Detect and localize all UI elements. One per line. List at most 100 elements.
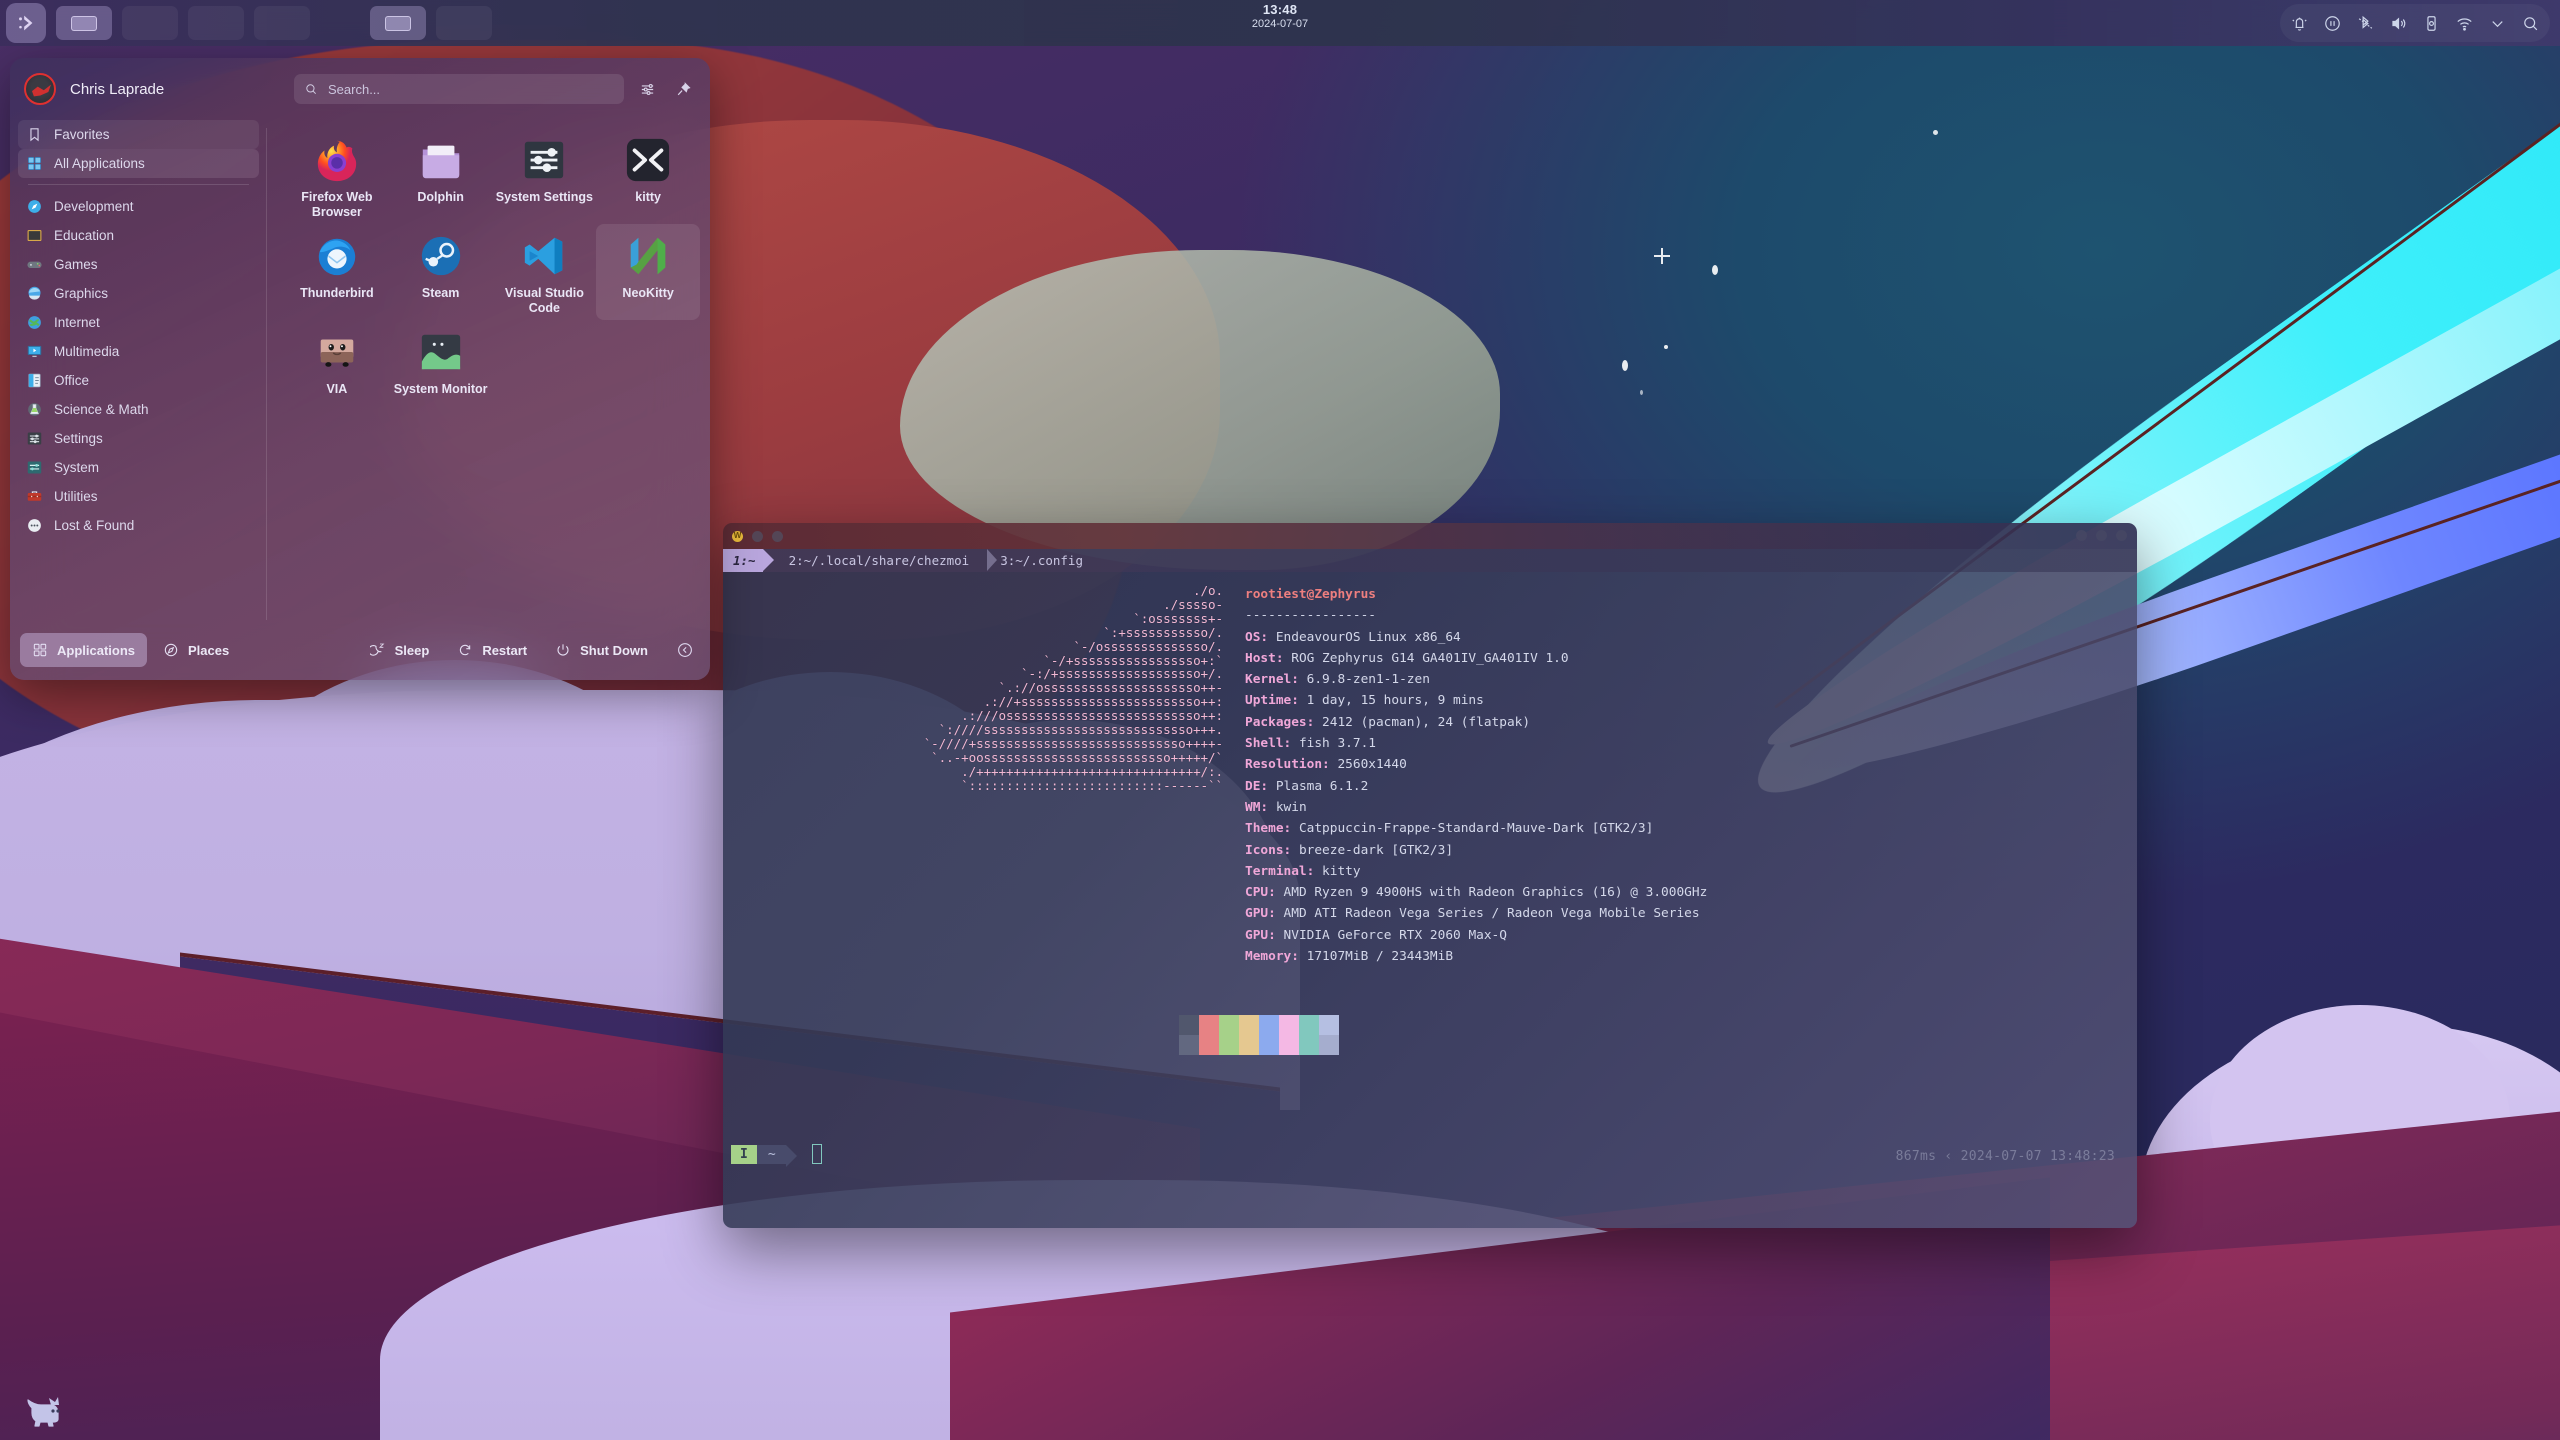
sidebar-item-utilities[interactable]: Utilities <box>18 482 259 511</box>
titlebar-dot-3[interactable] <box>772 530 783 542</box>
color-swatch <box>1199 1035 1219 1055</box>
footer-tab-label: Applications <box>57 642 136 658</box>
footer-tab-places[interactable]: Places <box>151 633 241 667</box>
task-button-6[interactable] <box>436 6 492 40</box>
sidebar-item-all-applications[interactable]: All Applications <box>18 149 259 178</box>
app-tile-neokitty[interactable]: NeoKitty <box>596 224 700 320</box>
device-notifier-icon[interactable] <box>2422 14 2441 33</box>
panel-clock[interactable]: 13:48 2024-07-07 <box>1252 2 1308 31</box>
kitty-terminal-window[interactable]: W 1:~ 2:~/.local/share/chezmoi 3:~/.conf… <box>723 523 2137 1228</box>
desktop[interactable]: 13:48 2024-07-07 Chris Laprade Search...… <box>0 0 2560 1440</box>
titlebar-dot-2[interactable] <box>752 530 763 542</box>
maximize-button[interactable] <box>2096 530 2107 541</box>
collapse-button[interactable] <box>670 635 700 665</box>
search-input[interactable]: Search... <box>294 74 624 104</box>
chevron-down-icon[interactable] <box>2488 14 2507 33</box>
sidebar-label: Favorites <box>54 127 110 142</box>
application-launcher-button[interactable] <box>6 3 46 43</box>
configure-button[interactable] <box>634 76 660 102</box>
menu-sidebar: Favorites All Applications Development E… <box>10 120 267 620</box>
task-button-3[interactable] <box>188 6 244 40</box>
terminal-titlebar[interactable]: W <box>723 523 2137 549</box>
restart-button[interactable]: Restart <box>445 633 539 667</box>
fetch-row: DE: Plasma 6.1.2 <box>1245 776 1707 797</box>
app-label: Thunderbird <box>300 286 374 300</box>
text-cursor[interactable] <box>811 1144 822 1164</box>
vscode-icon <box>525 237 563 275</box>
sidebar-item-education[interactable]: Education <box>18 221 259 250</box>
kitty-logo-dot[interactable]: W <box>732 530 743 542</box>
power-label: Sleep <box>394 642 430 658</box>
sidebar-item-graphics[interactable]: Graphics <box>18 279 259 308</box>
office-icon <box>26 372 43 389</box>
app-tile-vscode[interactable]: Visual Studio Code <box>493 224 597 320</box>
bluetooth-disabled-icon[interactable] <box>2356 14 2375 33</box>
user-avatar-icon[interactable] <box>24 73 56 105</box>
app-label: System Monitor <box>393 382 488 396</box>
application-grid: Firefox Web Browser Dolphin System Setti… <box>267 120 710 620</box>
sidebar-item-science-math[interactable]: Science & Math <box>18 395 259 424</box>
fetch-value: 1 day, 15 hours, 9 mins <box>1298 693 1484 709</box>
fetch-key: WM: <box>1245 799 1269 815</box>
task-button-2[interactable] <box>122 6 178 40</box>
color-swatch <box>1199 1015 1219 1035</box>
shutdown-button[interactable]: Shut Down <box>543 633 660 667</box>
app-tile-system-monitor[interactable]: System Monitor <box>389 320 493 416</box>
fetch-key: Host: <box>1245 650 1284 666</box>
app-label: NeoKitty <box>622 286 674 300</box>
terminal-tab-2[interactable]: 2:~/.local/share/chezmoi <box>777 549 977 572</box>
window-thumb-icon <box>385 15 411 31</box>
games-icon <box>26 256 43 273</box>
education-icon <box>26 227 43 244</box>
sidebar-item-system[interactable]: System <box>18 453 259 482</box>
sleep-button[interactable]: Sleep <box>358 633 442 667</box>
color-swatch <box>1259 1035 1279 1055</box>
sidebar-item-settings[interactable]: Settings <box>18 424 259 453</box>
volume-icon[interactable] <box>2389 14 2408 33</box>
kitty-icon <box>627 138 670 182</box>
sidebar-item-multimedia[interactable]: Multimedia <box>18 337 259 366</box>
media-pause-icon[interactable] <box>2323 14 2342 33</box>
app-tile-steam[interactable]: Steam <box>389 224 493 320</box>
sidebar-item-games[interactable]: Games <box>18 250 259 279</box>
swatch-row-normal <box>1179 1015 1339 1035</box>
app-tile-dolphin[interactable]: Dolphin <box>389 128 493 224</box>
wifi-icon[interactable] <box>2455 14 2474 33</box>
sidebar-item-lost-and-found[interactable]: Lost & Found <box>18 511 259 540</box>
app-tile-kitty[interactable]: kitty <box>596 128 700 224</box>
sidebar-item-favorites[interactable]: Favorites <box>18 120 259 149</box>
task-button-5[interactable] <box>370 6 426 40</box>
sidebar-item-development[interactable]: Development <box>18 192 259 221</box>
color-swatch <box>1319 1015 1339 1035</box>
app-tile-firefox[interactable]: Firefox Web Browser <box>285 128 389 224</box>
window-thumb-icon <box>71 15 97 31</box>
task-button-4[interactable] <box>254 6 310 40</box>
color-swatch <box>1219 1035 1239 1055</box>
clock-time: 13:48 <box>1262 2 1298 17</box>
task-button-1[interactable] <box>56 6 112 40</box>
terminal-tab-3[interactable]: 3:~/.config <box>987 549 1090 572</box>
close-button[interactable] <box>2116 530 2127 541</box>
color-swatch <box>1239 1035 1259 1055</box>
sidebar-item-office[interactable]: Office <box>18 366 259 395</box>
search-icon[interactable] <box>2521 14 2540 33</box>
fetch-key: GPU: <box>1245 927 1276 943</box>
fetch-row: Icons: breeze-dark [GTK2/3] <box>1245 840 1707 861</box>
sidebar-item-internet[interactable]: Internet <box>18 308 259 337</box>
app-tile-thunderbird[interactable]: Thunderbird <box>285 224 389 320</box>
terminal-body[interactable]: ./o. ./sssso- `:osssssss+- `:+ssssssssss… <box>723 572 2137 1228</box>
minimize-button[interactable] <box>2076 530 2087 541</box>
pin-button[interactable] <box>670 76 696 102</box>
window-controls <box>2076 530 2127 541</box>
bookmark-icon <box>26 126 43 143</box>
fetch-key: Memory: <box>1245 949 1299 965</box>
terminal-tab-1[interactable]: 1:~ <box>723 549 774 572</box>
app-tile-via[interactable]: VIA <box>285 320 389 416</box>
fetch-value: NVIDIA GeForce RTX 2060 Max-Q <box>1275 927 1507 943</box>
notifications-bell-icon[interactable] <box>2290 14 2309 33</box>
sidebar-label: Education <box>54 228 115 243</box>
application-launcher-menu: Chris Laprade Search... Favorites All Ap… <box>10 58 710 680</box>
footer-tab-applications[interactable]: Applications <box>20 633 148 667</box>
app-tile-system-settings[interactable]: System Settings <box>493 128 597 224</box>
sidebar-label: Internet <box>54 315 100 330</box>
